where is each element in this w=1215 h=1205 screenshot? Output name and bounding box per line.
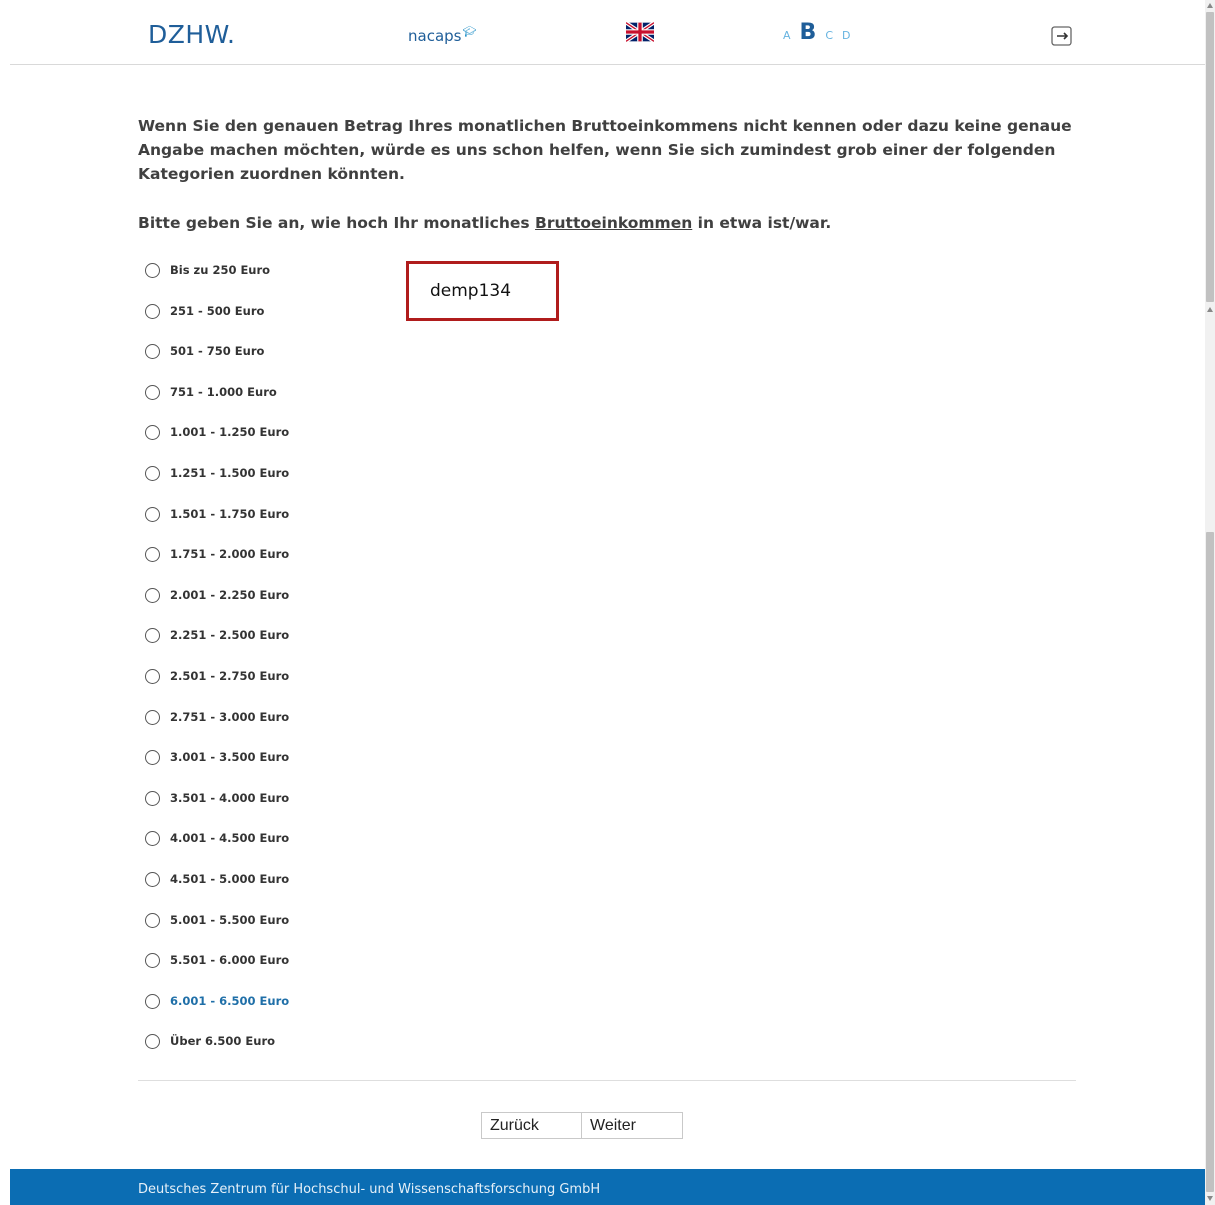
scrollbar[interactable]	[1205, 0, 1215, 1205]
option-label[interactable]: Über 6.500 Euro	[170, 1033, 275, 1050]
scroll-divider-icon	[1207, 307, 1213, 312]
radio-button[interactable]	[145, 628, 160, 644]
nacaps-logo[interactable]: nacaps🎓︎	[408, 25, 477, 45]
nacaps-logo-text: nacaps	[408, 27, 462, 45]
question-keyword: Bruttoeinkommen	[535, 214, 693, 232]
income-option[interactable]: 6.001 - 6.500 Euro	[145, 993, 445, 1034]
radio-button[interactable]	[145, 344, 160, 360]
income-option[interactable]: 5.501 - 6.000 Euro	[145, 952, 445, 993]
uk-flag-icon[interactable]	[626, 22, 654, 42]
option-label[interactable]: 4.501 - 5.000 Euro	[170, 871, 289, 888]
radio-button[interactable]	[145, 506, 160, 522]
option-label[interactable]: 4.001 - 4.500 Euro	[170, 830, 289, 847]
option-label[interactable]: 2.501 - 2.750 Euro	[170, 668, 289, 685]
radio-button[interactable]	[145, 790, 160, 806]
radio-button[interactable]	[145, 465, 160, 481]
scroll-down-icon[interactable]	[1207, 1196, 1213, 1201]
navigation-buttons: Zurück Weiter	[481, 1112, 683, 1139]
scroll-thumb-lower[interactable]	[1206, 532, 1214, 1192]
income-option[interactable]: 2.001 - 2.250 Euro	[145, 587, 445, 628]
font-size-switcher: A B C D	[783, 20, 859, 50]
font-size-c[interactable]: C	[825, 29, 833, 42]
variable-annotation-box: demp134	[406, 261, 559, 321]
question-text-end: in etwa ist/war.	[692, 214, 832, 232]
divider	[138, 1080, 1076, 1081]
dzhw-logo[interactable]: DZHW.	[148, 20, 235, 49]
graduation-cap-icon: 🎓︎	[462, 25, 477, 38]
header: DZHW. nacaps🎓︎ A B C D	[10, 0, 1205, 65]
question-text: Bitte geben Sie an, wie hoch Ihr monatli…	[138, 211, 1078, 235]
variable-name: demp134	[430, 281, 512, 301]
income-option[interactable]: 1.001 - 1.250 Euro	[145, 424, 445, 465]
radio-button[interactable]	[145, 303, 160, 319]
font-size-b[interactable]: B	[800, 20, 817, 45]
income-option[interactable]: Über 6.500 Euro	[145, 1033, 445, 1074]
radio-button[interactable]	[145, 871, 160, 887]
income-option[interactable]: 251 - 500 Euro	[145, 303, 445, 344]
radio-button[interactable]	[145, 912, 160, 928]
radio-button[interactable]	[145, 1034, 160, 1050]
income-option[interactable]: 1.251 - 1.500 Euro	[145, 465, 445, 506]
option-label[interactable]: 1.251 - 1.500 Euro	[170, 465, 289, 482]
income-option[interactable]: 2.251 - 2.500 Euro	[145, 627, 445, 668]
option-label[interactable]: Bis zu 250 Euro	[170, 262, 270, 279]
back-button[interactable]: Zurück	[481, 1112, 582, 1139]
income-option[interactable]: 1.501 - 1.750 Euro	[145, 506, 445, 547]
option-label[interactable]: 2.751 - 3.000 Euro	[170, 709, 289, 726]
logout-icon[interactable]	[1051, 26, 1073, 46]
income-option[interactable]: 751 - 1.000 Euro	[145, 384, 445, 425]
option-label[interactable]: 5.501 - 6.000 Euro	[170, 952, 289, 969]
question-text-start: Bitte geben Sie an, wie hoch Ihr monatli…	[138, 214, 536, 232]
radio-button[interactable]	[145, 750, 160, 766]
option-label[interactable]: 751 - 1.000 Euro	[170, 384, 277, 401]
radio-button[interactable]	[145, 831, 160, 847]
option-label[interactable]: 6.001 - 6.500 Euro	[170, 993, 289, 1010]
scroll-up-icon[interactable]	[1207, 3, 1213, 8]
income-option[interactable]: 1.751 - 2.000 Euro	[145, 546, 445, 587]
option-label[interactable]: 251 - 500 Euro	[170, 303, 264, 320]
option-label[interactable]: 2.251 - 2.500 Euro	[170, 627, 289, 644]
income-option[interactable]: 5.001 - 5.500 Euro	[145, 912, 445, 953]
scroll-thumb[interactable]	[1206, 12, 1214, 302]
option-label[interactable]: 1.001 - 1.250 Euro	[170, 424, 289, 441]
radio-button[interactable]	[145, 547, 160, 563]
income-options: Bis zu 250 Euro 251 - 500 Euro 501 - 750 E…	[145, 262, 445, 1074]
radio-button[interactable]	[145, 384, 160, 400]
intro-text: Wenn Sie den genauen Betrag Ihres monatl…	[138, 117, 1072, 183]
radio-button[interactable]	[145, 668, 160, 684]
option-label[interactable]: 501 - 750 Euro	[170, 343, 264, 360]
option-label[interactable]: 1.501 - 1.750 Euro	[170, 506, 289, 523]
income-option[interactable]: 2.501 - 2.750 Euro	[145, 668, 445, 709]
radio-button[interactable]	[145, 953, 160, 969]
radio-button[interactable]	[145, 709, 160, 725]
radio-button[interactable]	[145, 993, 160, 1009]
footer: Deutsches Zentrum für Hochschul- und Wis…	[10, 1169, 1205, 1205]
income-option[interactable]: Bis zu 250 Euro	[145, 262, 445, 303]
next-button[interactable]: Weiter	[582, 1112, 683, 1139]
radio-button[interactable]	[145, 263, 160, 278]
option-label[interactable]: 5.001 - 5.500 Euro	[170, 912, 289, 929]
option-label[interactable]: 2.001 - 2.250 Euro	[170, 587, 289, 604]
font-size-d[interactable]: D	[842, 29, 850, 42]
option-label[interactable]: 3.001 - 3.500 Euro	[170, 749, 289, 766]
income-option[interactable]: 2.751 - 3.000 Euro	[145, 709, 445, 750]
income-option[interactable]: 501 - 750 Euro	[145, 343, 445, 384]
income-option[interactable]: 4.501 - 5.000 Euro	[145, 871, 445, 912]
income-option[interactable]: 3.001 - 3.500 Euro	[145, 749, 445, 790]
radio-button[interactable]	[145, 425, 160, 441]
option-label[interactable]: 3.501 - 4.000 Euro	[170, 790, 289, 807]
survey-page: DZHW. nacaps🎓︎ A B C D Wenn Sie den gena…	[0, 0, 1205, 1205]
income-option[interactable]: 4.001 - 4.500 Euro	[145, 830, 445, 871]
radio-button[interactable]	[145, 587, 160, 603]
font-size-a[interactable]: A	[783, 29, 791, 42]
footer-text: Deutsches Zentrum für Hochschul- und Wis…	[138, 1182, 601, 1197]
income-option[interactable]: 3.501 - 4.000 Euro	[145, 790, 445, 831]
option-label[interactable]: 1.751 - 2.000 Euro	[170, 546, 289, 563]
